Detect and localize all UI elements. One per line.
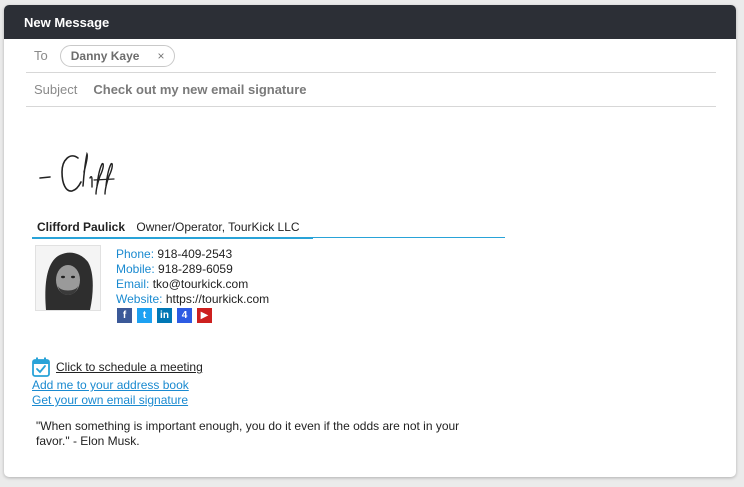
to-row[interactable]: To Danny Kaye ×: [26, 39, 716, 73]
accent-underline: [32, 237, 313, 239]
subject-row[interactable]: Subject Check out my new email signature: [26, 73, 716, 107]
contact-details: Phone: 918-409-2543 Mobile: 918-289-6059…: [116, 247, 269, 307]
message-body[interactable]: Clifford Paulick Owner/Operator, TourKic…: [4, 108, 736, 477]
recipient-chip[interactable]: Danny Kaye ×: [59, 44, 176, 67]
mobile-label: Mobile:: [116, 262, 155, 276]
signature-title: Owner/Operator, TourKick LLC: [136, 220, 300, 234]
contact-email: Email: tko@tourkick.com: [116, 277, 269, 292]
twitter-icon[interactable]: t: [137, 308, 152, 323]
subject-label: Subject: [34, 82, 78, 97]
signature-quote: "When something is important enough, you…: [36, 419, 460, 448]
profile-photo: [35, 245, 101, 311]
calendar-icon: [32, 357, 50, 377]
schedule-meeting-link[interactable]: Click to schedule a meeting: [56, 360, 203, 374]
contact-website: Website: https://tourkick.com: [116, 292, 269, 307]
address-book-link[interactable]: Add me to your address book: [32, 378, 189, 392]
website-value[interactable]: https://tourkick.com: [166, 292, 269, 306]
website-label: Website:: [116, 292, 163, 306]
get-signature-link[interactable]: Get your own email signature: [32, 393, 188, 407]
remove-recipient-icon[interactable]: ×: [157, 49, 164, 63]
handwritten-signature: [39, 151, 115, 195]
window-title: New Message: [24, 14, 110, 30]
linkedin-icon[interactable]: in: [157, 308, 172, 323]
mobile-value[interactable]: 918-289-6059: [158, 262, 233, 276]
contact-mobile: Mobile: 918-289-6059: [116, 262, 269, 277]
compose-titlebar: New Message: [4, 5, 736, 39]
signature-name-line: Clifford Paulick Owner/Operator, TourKic…: [32, 220, 505, 239]
email-value[interactable]: tko@tourkick.com: [153, 277, 249, 291]
to-label: To: [34, 48, 48, 63]
schedule-meeting-row[interactable]: Click to schedule a meeting: [32, 357, 203, 377]
phone-label: Phone:: [116, 247, 155, 261]
signature-name: Clifford Paulick: [37, 220, 126, 234]
subject-field[interactable]: Check out my new email signature: [93, 82, 306, 97]
facebook-icon[interactable]: f: [117, 308, 132, 323]
foursquare-icon[interactable]: 4: [177, 308, 192, 323]
youtube-icon[interactable]: ▶: [197, 308, 212, 323]
compose-window: New Message To Danny Kaye × Subject Chec…: [4, 5, 736, 477]
email-label: Email:: [116, 277, 150, 291]
phone-value[interactable]: 918-409-2543: [157, 247, 232, 261]
contact-phone: Phone: 918-409-2543: [116, 247, 269, 262]
social-icons: f t in 4 ▶: [117, 308, 212, 323]
recipient-name: Danny Kaye: [70, 48, 140, 63]
